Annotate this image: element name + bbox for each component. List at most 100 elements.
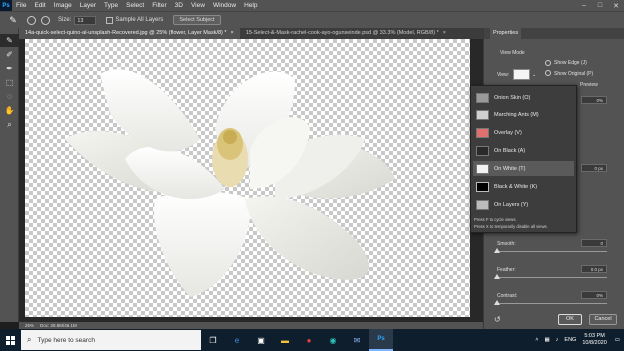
windows-logo-icon xyxy=(5,335,15,345)
size-input[interactable]: 13 xyxy=(74,15,97,25)
overlay-thumbnail xyxy=(476,127,489,138)
show-edge-checkbox[interactable] xyxy=(545,60,551,66)
feather-slider[interactable] xyxy=(497,277,607,278)
select-subject-button[interactable]: Select Subject xyxy=(173,15,221,25)
hand-icon[interactable]: ✋ xyxy=(0,104,19,117)
toolbar-grip[interactable] xyxy=(0,28,18,33)
menu-layer[interactable]: Layer xyxy=(76,2,100,9)
tab-document-1[interactable]: 14a-quick-select-quino-al-unsplash-Recov… xyxy=(19,28,240,39)
menu-select[interactable]: Select xyxy=(122,2,148,9)
smooth-slider[interactable] xyxy=(497,251,607,252)
mail-icon[interactable]: ✉ xyxy=(345,329,369,351)
menu-filter[interactable]: Filter xyxy=(148,2,170,9)
menu-type[interactable]: Type xyxy=(100,2,122,9)
quick-selection-tool-icon[interactable]: ✎ xyxy=(4,14,22,27)
quick-selection-brush-icon[interactable]: ✎ xyxy=(0,34,19,47)
object-selection-icon[interactable]: ⬚ xyxy=(0,76,19,89)
view-thumbnail-dropdown[interactable] xyxy=(513,69,530,80)
smooth-value-input[interactable]: 0 xyxy=(581,239,607,247)
properties-tab[interactable]: Properties xyxy=(490,28,522,39)
on-white-thumbnail xyxy=(476,163,489,174)
explorer-icon[interactable]: ▬ xyxy=(273,329,297,351)
view-option-label: On White (T) xyxy=(494,165,526,172)
canvas-area[interactable] xyxy=(19,39,483,322)
tools-panel: ✎ ✐ ✒ ⬚ ◌ ✋ ⌕ xyxy=(0,28,19,322)
contrast-slider-handle[interactable] xyxy=(494,300,500,305)
smooth-label: Smooth: xyxy=(497,241,516,247)
preview-label: Preview xyxy=(580,82,598,88)
menu-edit[interactable]: Edit xyxy=(30,2,49,9)
contrast-slider[interactable] xyxy=(497,303,607,304)
shift-edge-value-input[interactable]: 0 px xyxy=(581,164,607,172)
reset-icon[interactable]: ↺ xyxy=(494,315,501,324)
close-tab-icon[interactable]: × xyxy=(231,30,234,36)
menu-file[interactable]: File xyxy=(12,2,30,9)
view-option-label: Onion Skin (O) xyxy=(494,94,531,101)
volume-icon[interactable]: ♪ xyxy=(556,337,559,343)
edge-new-icon[interactable]: ◉ xyxy=(321,329,345,351)
language-indicator[interactable]: ENG xyxy=(564,337,576,343)
lasso-icon[interactable]: ◌ xyxy=(0,90,19,103)
view-option-label: Black & White (K) xyxy=(494,183,538,190)
view-option-on-black[interactable]: On Black (A) xyxy=(473,143,574,158)
tray-up-arrow-icon[interactable]: ˄ xyxy=(535,337,538,343)
chevron-down-icon[interactable]: ⌄ xyxy=(532,72,536,78)
view-option-marching-ants[interactable]: Marching Ants (M) xyxy=(473,107,574,122)
clock-date: 10/8/2020 xyxy=(582,340,607,346)
view-option-label: On Layers (Y) xyxy=(494,201,529,208)
task-view-icon[interactable]: ❐ xyxy=(201,329,225,351)
notifications-icon[interactable]: ▭ xyxy=(615,337,620,343)
cancel-button[interactable]: Cancel xyxy=(589,314,617,325)
view-option-onion-skin[interactable]: Onion Skin (O) xyxy=(473,90,574,105)
doc-size: Doc: 28.8M/46.1M xyxy=(40,323,77,328)
close-button[interactable]: ✕ xyxy=(608,0,624,11)
marching-ants-thumbnail xyxy=(476,109,489,120)
network-icon[interactable]: ▦ xyxy=(544,337,549,343)
edge-icon[interactable]: e xyxy=(225,329,249,351)
feather-slider-handle[interactable] xyxy=(494,274,500,279)
radius-value-input[interactable]: 0% xyxy=(581,96,607,104)
add-to-selection-icon[interactable] xyxy=(27,15,36,25)
zoom-icon[interactable]: ⌕ xyxy=(0,118,19,131)
taskbar-search[interactable]: ⌕ Type here to search xyxy=(21,330,201,350)
brush-icon[interactable]: ✒ xyxy=(0,62,19,75)
chrome-icon[interactable]: ● xyxy=(297,329,321,351)
document-tabs: 14a-quick-select-quino-al-unsplash-Recov… xyxy=(19,28,483,39)
options-bar: ✎ Size: 13 Sample All Layers Select Subj… xyxy=(0,11,624,28)
menu-window[interactable]: Window xyxy=(209,2,240,9)
store-icon[interactable]: ▣ xyxy=(249,329,273,351)
menu-view[interactable]: View xyxy=(187,2,209,9)
contrast-label: Contrast: xyxy=(497,293,518,299)
sample-all-layers-checkbox[interactable] xyxy=(106,16,114,24)
properties-header: Properties xyxy=(484,28,624,39)
menu-image[interactable]: Image xyxy=(50,2,76,9)
zoom-level[interactable]: 25% xyxy=(25,323,34,328)
close-tab-icon[interactable]: × xyxy=(443,30,446,36)
feather-value-input[interactable]: 0.0 px xyxy=(581,265,607,273)
show-edge-label: Show Edge (J) xyxy=(554,60,587,66)
smooth-slider-handle[interactable] xyxy=(494,248,500,253)
view-menu-hint-1: Press F to cycle views. xyxy=(474,217,517,222)
subtract-from-selection-icon[interactable] xyxy=(41,15,50,25)
system-tray: ˄ ▦ ♪ ENG 5:03 PM 10/8/2020 ▭ xyxy=(535,329,620,351)
menu-help[interactable]: Help xyxy=(240,2,261,9)
clock-time: 5:03 PM xyxy=(584,333,605,339)
windows-taskbar: ⌕ Type here to search ❐ e ▣ ▬ ● ◉ ✉ Ps ˄… xyxy=(0,329,624,351)
start-button[interactable] xyxy=(0,329,20,351)
tab-document-2[interactable]: 15-Select-&-Mask-rachel-cook-ayo-ogunsei… xyxy=(240,28,452,39)
view-option-black-white[interactable]: Black & White (K) xyxy=(473,179,574,194)
show-original-checkbox[interactable] xyxy=(545,70,551,76)
menu-bar: Ps File Edit Image Layer Type Select Fil… xyxy=(0,0,624,11)
document-canvas[interactable] xyxy=(25,39,470,317)
menu-3d[interactable]: 3D xyxy=(171,2,187,9)
clock[interactable]: 5:03 PM 10/8/2020 xyxy=(582,333,606,347)
ok-button[interactable]: OK xyxy=(558,314,582,325)
photoshop-icon[interactable]: Ps xyxy=(369,329,393,351)
minimize-button[interactable]: – xyxy=(576,0,592,11)
contrast-value-input[interactable]: 0% xyxy=(581,291,607,299)
refine-edge-brush-icon[interactable]: ✐ xyxy=(0,48,19,61)
view-option-on-white[interactable]: On White (T) xyxy=(473,161,574,176)
view-option-overlay[interactable]: Overlay (V) xyxy=(473,125,574,140)
view-option-on-layers[interactable]: On Layers (Y) xyxy=(473,197,574,212)
maximize-button[interactable]: □ xyxy=(592,0,608,11)
